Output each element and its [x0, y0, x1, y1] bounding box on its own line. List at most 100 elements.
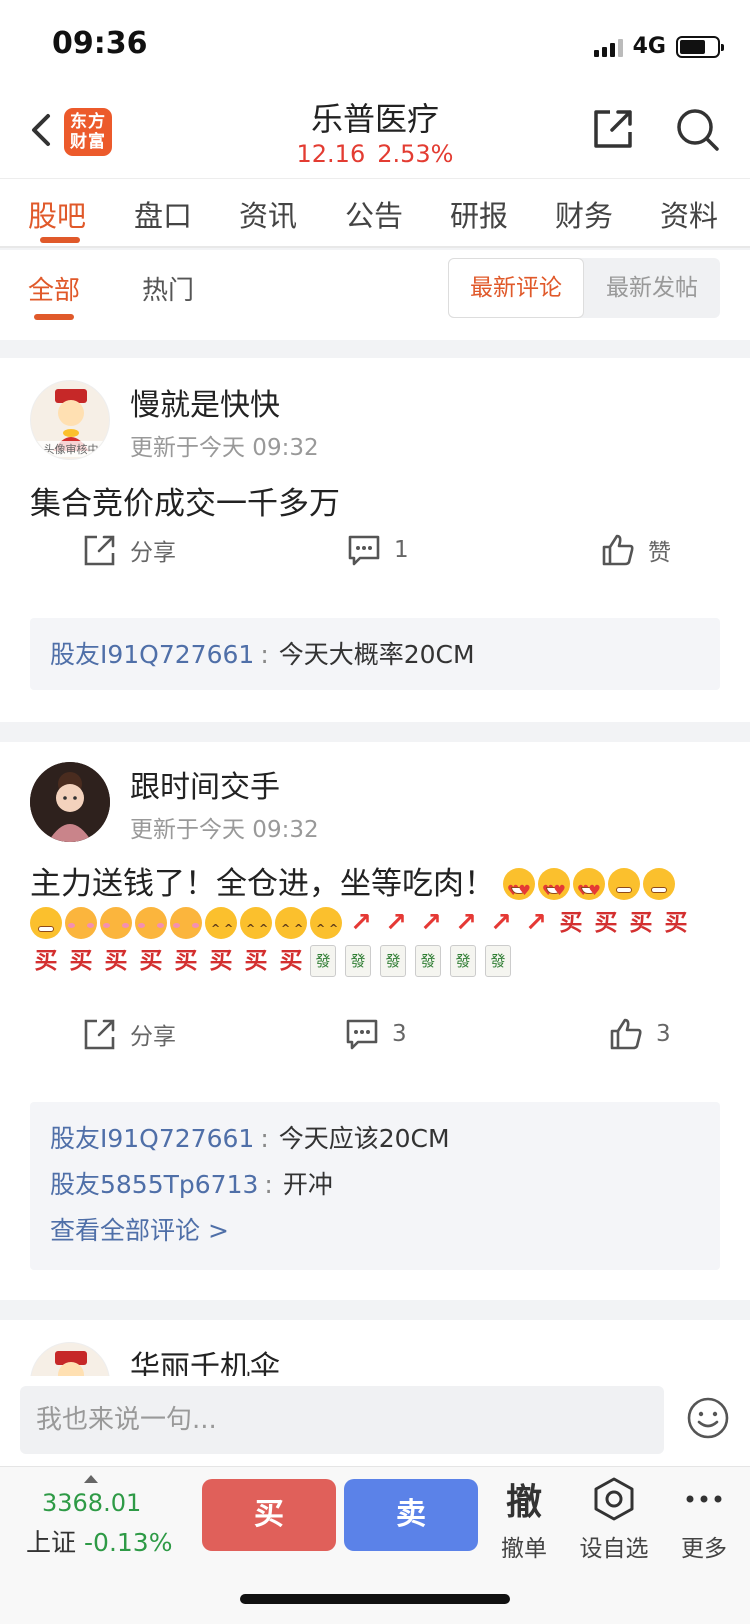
comment-user[interactable]: 股友I91Q727661 — [50, 640, 254, 669]
tab-pankou[interactable]: 盘口 — [134, 193, 192, 235]
buy-emoji-icon: 买 — [209, 948, 233, 974]
tab-announcements[interactable]: 公告 — [345, 193, 403, 235]
avatar[interactable] — [30, 1342, 110, 1376]
subtab-all[interactable]: 全部 — [28, 270, 80, 307]
cancel-order-button[interactable]: 撤 撤单 — [482, 1475, 566, 1563]
comment-button[interactable]: 3 — [344, 1016, 407, 1052]
post-card[interactable]: 头像审核中 慢就是快快 更新于今天 09:32 集合竞价成交一千多万 分享 1 … — [0, 358, 750, 722]
post-actions: 分享 1 赞 — [0, 532, 750, 582]
home-indicator[interactable] — [240, 1594, 510, 1604]
rising-arrow-emoji-icon: ↗ — [525, 908, 547, 938]
comment-button[interactable]: 1 — [346, 532, 409, 568]
post-time: 更新于今天 09:32 — [130, 817, 319, 843]
share-button[interactable]: 分享 — [82, 1016, 176, 1052]
tab-news[interactable]: 资讯 — [239, 193, 297, 235]
rising-arrow-emoji-icon: ↗ — [455, 908, 477, 938]
blush-emoji-icon — [170, 907, 202, 939]
search-icon[interactable] — [674, 106, 720, 152]
blush-emoji-icon — [100, 907, 132, 939]
index-change: -0.13% — [84, 1528, 173, 1557]
comment-input-bar: 我也来说一句... — [0, 1376, 750, 1466]
post-text: 主力送钱了！全仓进，坐等吃肉！ — [30, 866, 495, 902]
buy-emoji-icon: 买 — [559, 910, 583, 936]
tab-research[interactable]: 研报 — [450, 193, 508, 235]
stock-quote: 12.16 2.53% — [0, 140, 750, 168]
username[interactable]: 慢就是快快 — [130, 380, 280, 424]
buy-emoji-icon: 买 — [244, 948, 268, 974]
status-bar: 09:36 4G — [0, 0, 750, 88]
top-bar: 东方 财富 乐普医疗 12.16 2.53% — [0, 88, 750, 178]
sort-latest-comment[interactable]: 最新评论 — [448, 258, 584, 318]
thumbs-up-icon — [602, 534, 634, 566]
buy-emoji-icon: 买 — [594, 910, 618, 936]
mahjong-fa-emoji-icon: 發 — [345, 945, 371, 977]
mahjong-fa-emoji-icon: 發 — [450, 945, 476, 977]
heart-eyes-emoji-icon — [502, 868, 535, 910]
post-text[interactable]: 集合竞价成交一千多万 — [30, 482, 730, 526]
comment-preview[interactable]: 股友I91Q727661: 今天应该20CM 股友5855Tp6713: 开冲 查看… — [30, 1102, 720, 1270]
comment-user[interactable]: 股友5855Tp6713 — [50, 1170, 258, 1199]
comment-preview[interactable]: 股友I91Q727661: 今天大概率20CM — [30, 618, 720, 690]
comment-item: 股友I91Q727661: 今天大概率20CM — [50, 640, 475, 669]
smile-emoji-icon — [275, 907, 307, 948]
comment-user[interactable]: 股友I91Q727661 — [50, 1124, 254, 1153]
mahjong-fa-emoji-icon: 發 — [380, 945, 406, 977]
post-card[interactable]: 华丽千机伞 — [0, 1320, 750, 1376]
tab-profile[interactable]: 资料 — [660, 193, 718, 235]
username[interactable]: 华丽千机伞 — [130, 1342, 280, 1376]
expand-caret-icon[interactable] — [84, 1475, 98, 1483]
blush-emoji-icon — [65, 907, 97, 939]
mahjong-fa-emoji-icon: 發 — [415, 945, 441, 977]
view-all-comments-link[interactable]: 查看全部评论 > — [50, 1208, 700, 1254]
like-button[interactable]: 赞 — [600, 532, 671, 568]
more-dots-icon — [686, 1495, 722, 1503]
username[interactable]: 跟时间交手 — [130, 762, 280, 806]
rising-arrow-emoji-icon: ↗ — [490, 908, 512, 938]
comment-input[interactable]: 我也来说一句... — [20, 1386, 664, 1454]
index-value[interactable]: 3368.01 — [42, 1489, 141, 1517]
add-watchlist-button[interactable]: 设自选 — [572, 1475, 656, 1563]
blush-emoji-icon — [135, 907, 167, 939]
tab-guba[interactable]: 股吧 — [28, 193, 86, 235]
comment-text: 今天应该20CM — [278, 1124, 450, 1153]
sell-button[interactable]: 卖 — [344, 1479, 478, 1551]
post-body[interactable]: 主力送钱了！全仓进，坐等吃肉！ ↗↗↗↗↗↗买买买买 买买买买买买买买發發發發發… — [30, 864, 730, 979]
rising-arrow-emoji-icon: ↗ — [420, 908, 442, 938]
post-time: 更新于今天 09:32 — [130, 435, 319, 461]
avatar[interactable] — [30, 762, 110, 842]
thumbs-up-icon — [610, 1018, 642, 1050]
buy-emoji-icon: 买 — [629, 910, 653, 936]
avatar[interactable]: 头像审核中 — [30, 380, 110, 460]
smile-emoji-icon — [205, 907, 237, 948]
comment-text: 开冲 — [282, 1170, 333, 1199]
subtab-hot[interactable]: 热门 — [142, 270, 194, 307]
share-icon — [84, 535, 115, 566]
share-button[interactable]: 分享 — [82, 532, 176, 568]
more-button[interactable]: 更多 — [662, 1475, 746, 1563]
tab-finance[interactable]: 财务 — [555, 193, 613, 235]
emoji-picker-icon[interactable] — [686, 1396, 730, 1440]
buy-emoji-icon: 买 — [664, 910, 688, 936]
avatar-review-badge: 头像审核中 — [31, 441, 109, 457]
like-button[interactable]: 3 — [608, 1016, 671, 1052]
buy-emoji-icon: 买 — [139, 948, 163, 974]
sort-latest-post[interactable]: 最新发帖 — [584, 258, 720, 318]
sub-tabs: 全部 热门 最新评论 最新发帖 — [0, 250, 750, 340]
grin-emoji-icon — [642, 868, 675, 900]
rising-arrow-emoji-icon: ↗ — [385, 908, 407, 938]
battery-icon — [676, 35, 724, 58]
buy-button[interactable]: 买 — [202, 1479, 336, 1551]
buy-emoji-icon: 买 — [279, 948, 303, 974]
stock-change: 2.53% — [377, 140, 454, 168]
post-card[interactable]: 跟时间交手 更新于今天 09:32 主力送钱了！全仓进，坐等吃肉！ ↗ ↗ ↗ ↗ ↗ ↗… — [0, 742, 750, 1300]
stock-price: 12.16 — [296, 140, 366, 168]
buy-emoji-icon: 买 — [174, 948, 198, 974]
heart-eyes-emoji-icon — [572, 868, 605, 910]
smile-emoji-icon — [310, 907, 342, 948]
hexagon-watchlist-icon — [594, 1477, 634, 1521]
comment-item: 股友I91Q727661: 今天应该20CM — [50, 1124, 450, 1153]
share-icon[interactable] — [590, 106, 636, 152]
index-ticker[interactable]: 上证 -0.13% — [26, 1523, 172, 1559]
comment-text: 今天大概率20CM — [278, 640, 475, 669]
status-time: 09:36 — [52, 26, 148, 61]
